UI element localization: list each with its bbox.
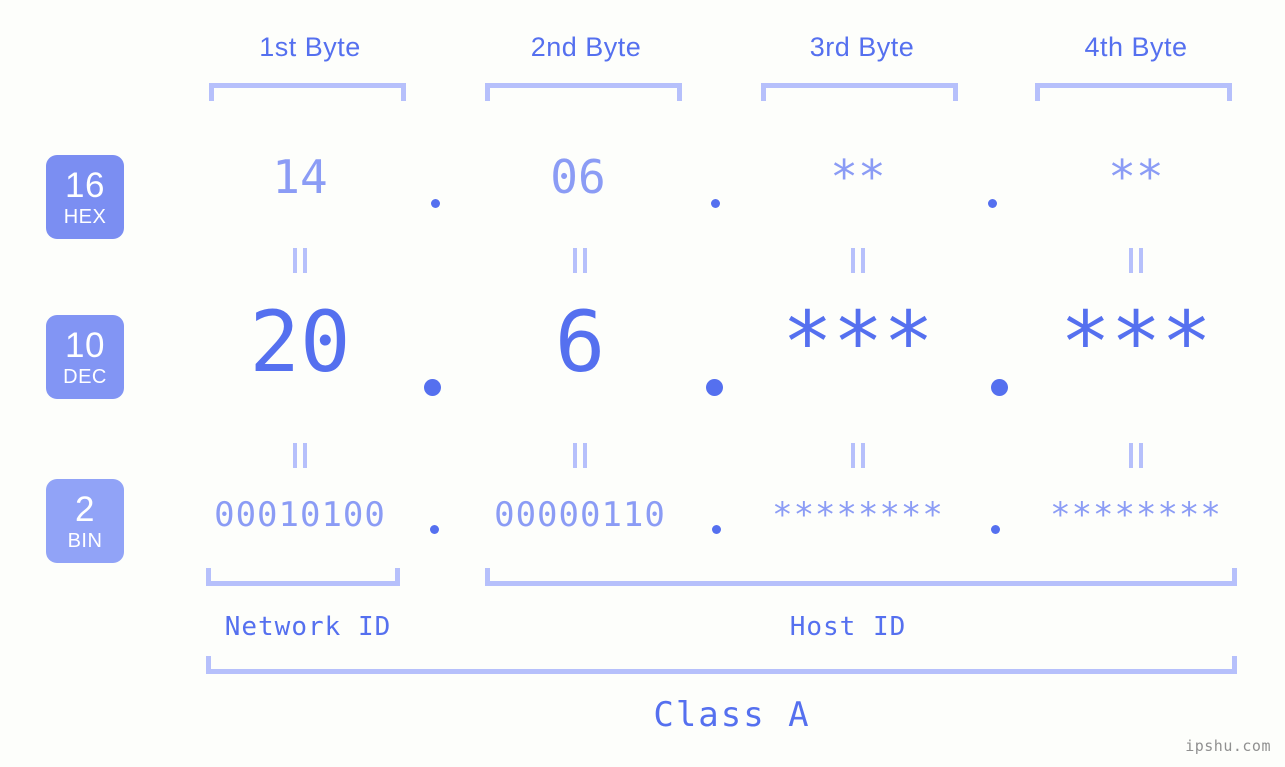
dec-byte-1: 20 [249, 293, 351, 391]
byte-bracket-top-4 [1035, 83, 1232, 101]
bin-dot-separator-2 [712, 525, 721, 534]
network-id-bracket [206, 568, 400, 586]
equals-mark-hex-dec-3 [851, 248, 865, 273]
ip-byte-diagram: 1st Byte 2nd Byte 3rd Byte 4th Byte 16 H… [0, 0, 1285, 767]
byte-header-1: 1st Byte [259, 32, 361, 62]
equals-mark-hex-dec-2 [573, 248, 587, 273]
base-badge-dec[interactable]: 10 DEC [46, 315, 124, 399]
equals-mark-dec-bin-2 [573, 443, 587, 468]
class-label: Class A [653, 695, 811, 735]
host-id-bracket [485, 568, 1237, 586]
base-badge-hex-label: HEX [63, 205, 107, 228]
hex-byte-2: 06 [550, 150, 606, 204]
bin-byte-3: ******** [772, 495, 944, 535]
bin-dot-separator-1 [430, 525, 439, 534]
byte-header-4: 4th Byte [1084, 32, 1188, 62]
site-watermark: ipshu.com [1185, 737, 1271, 755]
hex-dot-separator-1 [431, 199, 440, 208]
equals-mark-dec-bin-3 [851, 443, 865, 468]
hex-byte-1: 14 [272, 150, 328, 204]
bin-byte-4: ******** [1050, 495, 1222, 535]
bin-byte-2: 00000110 [494, 495, 666, 535]
dec-dot-separator-1 [424, 379, 441, 396]
equals-mark-hex-dec-1 [293, 248, 307, 273]
equals-mark-hex-dec-4 [1129, 248, 1143, 273]
base-badge-hex-number: 16 [65, 165, 105, 205]
base-badge-bin-label: BIN [67, 529, 103, 552]
dec-byte-3: *** [782, 293, 934, 391]
dec-dot-separator-2 [706, 379, 723, 396]
hex-dot-separator-3 [988, 199, 997, 208]
byte-bracket-top-3 [761, 83, 958, 101]
hex-dot-separator-2 [711, 199, 720, 208]
bin-byte-1: 00010100 [214, 495, 386, 535]
equals-mark-dec-bin-4 [1129, 443, 1143, 468]
hex-byte-4: ** [1108, 150, 1164, 204]
byte-header-3: 3rd Byte [809, 32, 915, 62]
byte-bracket-top-1 [209, 83, 406, 101]
bin-dot-separator-3 [991, 525, 1000, 534]
byte-header-2: 2nd Byte [530, 32, 642, 62]
dec-dot-separator-3 [991, 379, 1008, 396]
dec-byte-2: 6 [554, 293, 606, 391]
network-id-label: Network ID [224, 612, 392, 642]
host-id-label: Host ID [789, 612, 907, 642]
class-bracket [206, 656, 1237, 674]
hex-byte-3: ** [830, 150, 886, 204]
base-badge-bin-number: 2 [75, 489, 95, 529]
byte-bracket-top-2 [485, 83, 682, 101]
base-badge-bin[interactable]: 2 BIN [46, 479, 124, 563]
base-badge-dec-label: DEC [63, 365, 107, 388]
base-badge-hex[interactable]: 16 HEX [46, 155, 124, 239]
base-badge-dec-number: 10 [65, 325, 105, 365]
dec-byte-4: *** [1060, 293, 1212, 391]
equals-mark-dec-bin-1 [293, 443, 307, 468]
